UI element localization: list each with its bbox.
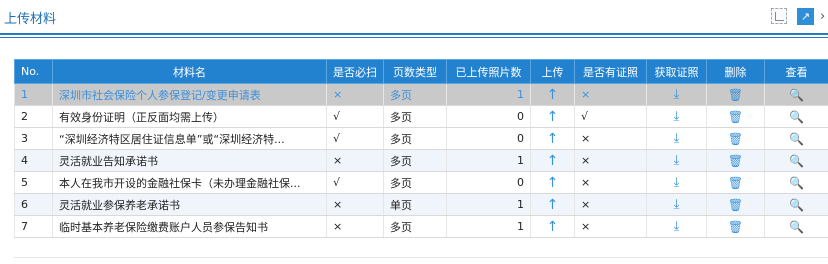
upload-icon[interactable]: ↑ — [547, 219, 559, 235]
fetch-license-icon[interactable]: ⤓ — [674, 87, 680, 102]
upload-icon[interactable]: ↑ — [547, 175, 559, 191]
delete-icon[interactable]: 🗑 — [728, 154, 743, 168]
delete-icon[interactable]: 🗑 — [728, 176, 743, 190]
view-icon[interactable]: 🔍 — [789, 198, 804, 212]
header-upload: 上传 — [530, 59, 575, 84]
table-row[interactable]: 2 有效身份证明（正反面均需上传） √ 多页 0 ↑ √ ⤓ 🗑 🔍 — [14, 105, 828, 128]
row-page-type: 多页 — [383, 215, 447, 238]
row-required: √ — [326, 171, 384, 194]
upload-icon[interactable]: ↑ — [547, 153, 559, 169]
row-has-license: × — [574, 83, 647, 106]
row-uploaded-count: 0 — [446, 171, 531, 194]
row-has-license: × — [574, 171, 647, 194]
fetch-license-icon[interactable]: ⤓ — [674, 197, 680, 212]
row-no: 2 — [14, 105, 53, 128]
delete-icon[interactable]: 🗑 — [728, 88, 743, 102]
header-has-license: 是否有证照 — [574, 59, 647, 84]
table-row[interactable]: 6 灵活就业参保养老承诺书 × 单页 1 ↑ × ⤓ 🗑 🔍 — [14, 193, 828, 216]
row-has-license: × — [574, 215, 647, 238]
document-icon[interactable] — [771, 8, 787, 24]
row-has-license: × — [574, 193, 647, 216]
row-has-license: × — [574, 127, 647, 150]
upload-icon[interactable]: ↑ — [547, 109, 559, 125]
row-no: 7 — [14, 215, 53, 238]
row-name: “深圳经济特区居住证信息单”或“深圳经济特... — [52, 127, 327, 150]
fetch-license-icon[interactable]: ⤓ — [674, 153, 680, 168]
page-title: 上传材料 — [4, 12, 57, 27]
row-uploaded-count: 0 — [446, 127, 531, 150]
upload-icon[interactable]: ↑ — [547, 197, 559, 213]
delete-icon[interactable]: 🗑 — [728, 110, 743, 124]
row-uploaded-count: 1 — [446, 149, 531, 172]
header-no: No. — [14, 59, 53, 84]
row-page-type: 多页 — [383, 127, 447, 150]
external-link-icon[interactable]: ↗ — [797, 7, 814, 25]
row-uploaded-count: 0 — [446, 105, 531, 128]
row-no: 1 — [14, 83, 53, 106]
delete-icon[interactable]: 🗑 — [728, 132, 743, 146]
row-has-license: × — [574, 149, 647, 172]
header-delete: 删除 — [706, 59, 765, 84]
row-has-license: √ — [574, 105, 647, 128]
row-required: × — [326, 149, 384, 172]
fetch-license-icon[interactable]: ⤓ — [674, 109, 680, 124]
view-icon[interactable]: 🔍 — [789, 88, 804, 102]
delete-icon[interactable]: 🗑 — [728, 198, 743, 212]
table-header-row: No. 材料名 是否必扫 页数类型 已上传照片数 上传 是否有证照 获取证照 删… — [14, 59, 828, 84]
row-required: × — [326, 215, 384, 238]
upload-icon[interactable]: ↑ — [547, 87, 559, 103]
row-uploaded-count: 1 — [446, 193, 531, 216]
row-page-type: 单页 — [383, 193, 447, 216]
header-rule — [0, 33, 828, 35]
row-no: 5 — [14, 171, 53, 194]
row-required: × — [326, 83, 384, 106]
header-fetch-license: 获取证照 — [646, 59, 707, 84]
row-name: 本人在我市开设的金融社保卡（未办理金融社保... — [52, 171, 327, 194]
row-name: 临时基本养老保险缴费账户人员参保告知书 — [52, 215, 327, 238]
fetch-license-icon[interactable]: ⤓ — [674, 175, 680, 190]
table-row[interactable]: 1 深圳市社会保险个人参保登记/变更申请表 × 多页 1 ↑ × ⤓ 🗑 🔍 — [14, 83, 828, 106]
row-no: 3 — [14, 127, 53, 150]
row-required: √ — [326, 105, 384, 128]
view-icon[interactable]: 🔍 — [789, 110, 804, 124]
header-rule-thin — [0, 37, 828, 38]
header-view: 查看 — [764, 59, 828, 84]
table-row[interactable]: 7 临时基本养老保险缴费账户人员参保告知书 × 多页 1 ↑ × ⤓ 🗑 🔍 — [14, 215, 828, 238]
row-page-type: 多页 — [383, 105, 447, 128]
row-no: 4 — [14, 149, 53, 172]
row-name: 灵活就业告知承诺书 — [52, 149, 327, 172]
header-page-type: 页数类型 — [383, 59, 447, 84]
view-icon[interactable]: 🔍 — [789, 154, 804, 168]
view-icon[interactable]: 🔍 — [789, 132, 804, 146]
row-uploaded-count: 1 — [446, 215, 531, 238]
view-icon[interactable]: 🔍 — [789, 220, 804, 234]
row-name: 灵活就业参保养老承诺书 — [52, 193, 327, 216]
row-name: 有效身份证明（正反面均需上传） — [52, 105, 327, 128]
row-name: 深圳市社会保险个人参保登记/变更申请表 — [52, 83, 327, 106]
row-no: 6 — [14, 193, 53, 216]
table-row[interactable]: 4 灵活就业告知承诺书 × 多页 1 ↑ × ⤓ 🗑 🔍 — [14, 149, 828, 172]
table-bottom-border — [14, 257, 828, 258]
header-uploaded-count: 已上传照片数 — [446, 59, 531, 84]
header-required: 是否必扫 — [326, 59, 384, 84]
delete-icon[interactable]: 🗑 — [728, 220, 743, 234]
materials-table: No. 材料名 是否必扫 页数类型 已上传照片数 上传 是否有证照 获取证照 删… — [14, 59, 828, 238]
view-icon[interactable]: 🔍 — [789, 176, 804, 190]
row-page-type: 多页 — [383, 149, 447, 172]
chevron-right-icon[interactable]: › — [820, 9, 828, 24]
row-required: √ — [326, 127, 384, 150]
upload-icon[interactable]: ↑ — [547, 131, 559, 147]
table-row[interactable]: 3 “深圳经济特区居住证信息单”或“深圳经济特... √ 多页 0 ↑ × ⤓ … — [14, 127, 828, 150]
row-page-type: 多页 — [383, 83, 447, 106]
header-name: 材料名 — [52, 59, 327, 84]
table-row[interactable]: 5 本人在我市开设的金融社保卡（未办理金融社保... √ 多页 0 ↑ × ⤓ … — [14, 171, 828, 194]
fetch-license-icon[interactable]: ⤓ — [674, 219, 680, 234]
fetch-license-icon[interactable]: ⤓ — [674, 131, 680, 146]
row-required: × — [326, 193, 384, 216]
row-page-type: 多页 — [383, 171, 447, 194]
row-uploaded-count: 1 — [446, 83, 531, 106]
